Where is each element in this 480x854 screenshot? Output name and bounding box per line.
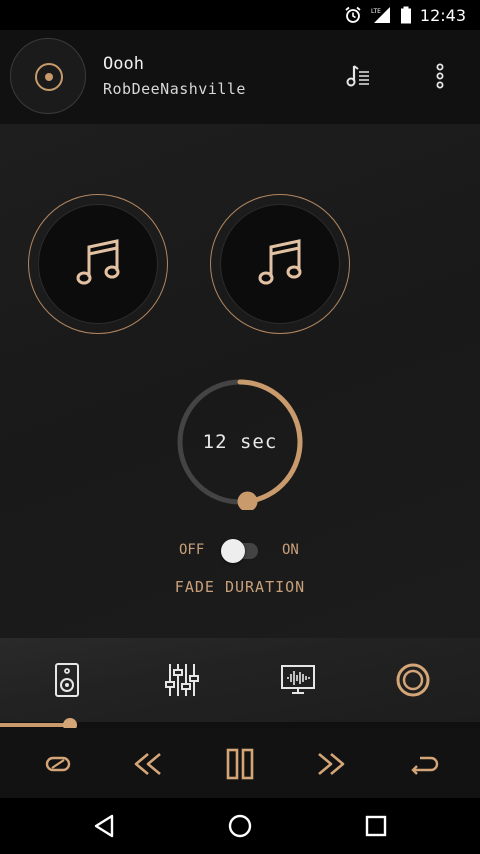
rewind-button[interactable] <box>130 746 166 782</box>
pause-button[interactable] <box>222 746 258 782</box>
transport-controls <box>0 728 480 798</box>
alarm-icon <box>345 6 361 23</box>
status-time: 12:43 <box>419 5 466 25</box>
music-note-icon <box>76 239 120 285</box>
queue-button[interactable] <box>344 62 372 90</box>
crossfade-panel: 12 sec OFF ON FADE DURATION <box>0 124 480 638</box>
shuffle-icon <box>45 756 71 772</box>
signal-icon: LTE <box>371 7 390 23</box>
status-bar: LTE 12:43 <box>0 0 480 30</box>
track-title: Oooh <box>103 54 144 74</box>
crossfade-icon <box>396 663 430 697</box>
now-playing-header: Oooh RobDeeNashville <box>0 30 480 124</box>
crossfade-toggle-row: OFF ON <box>0 538 480 564</box>
visualizer-icon <box>281 665 315 694</box>
tab-equalizer[interactable] <box>162 662 202 702</box>
battery-icon <box>400 6 411 24</box>
fade-duration-value: 12 sec <box>202 431 278 453</box>
tab-crossfade[interactable] <box>393 662 433 702</box>
speaker-icon <box>55 663 79 697</box>
deck-a[interactable] <box>28 194 168 334</box>
tab-speaker[interactable] <box>47 662 87 702</box>
toggle-off-label: OFF <box>179 542 205 558</box>
more-vert-icon <box>436 63 444 89</box>
track-artist: RobDeeNashville <box>103 80 246 98</box>
toggle-on-label: ON <box>282 542 299 558</box>
equalizer-icon <box>165 664 199 696</box>
pause-icon <box>226 748 254 780</box>
repeat-icon <box>411 756 439 775</box>
deck-b[interactable] <box>210 194 350 334</box>
fast-forward-button[interactable] <box>313 746 349 782</box>
home-icon <box>228 814 252 838</box>
system-nav-bar <box>0 798 480 854</box>
shuffle-button[interactable] <box>40 746 76 782</box>
back-icon <box>94 814 114 838</box>
nav-recents-button[interactable] <box>362 812 390 840</box>
album-art[interactable] <box>10 38 86 114</box>
rewind-icon <box>134 753 161 775</box>
music-note-icon <box>258 239 302 285</box>
nav-back-button[interactable] <box>90 812 118 840</box>
fade-duration-label: FADE DURATION <box>174 578 306 596</box>
nav-home-button[interactable] <box>226 812 254 840</box>
repeat-button[interactable] <box>404 746 440 782</box>
progress-fill <box>0 723 70 727</box>
recents-icon <box>365 815 387 837</box>
svg-text:LTE: LTE <box>371 8 381 15</box>
playlist-icon <box>346 65 369 87</box>
fast-forward-icon <box>318 753 345 775</box>
more-options-button[interactable] <box>430 62 450 92</box>
feature-tab-bar <box>0 638 480 722</box>
toggle-knob[interactable] <box>221 539 245 563</box>
tab-visualizer[interactable] <box>278 662 318 702</box>
